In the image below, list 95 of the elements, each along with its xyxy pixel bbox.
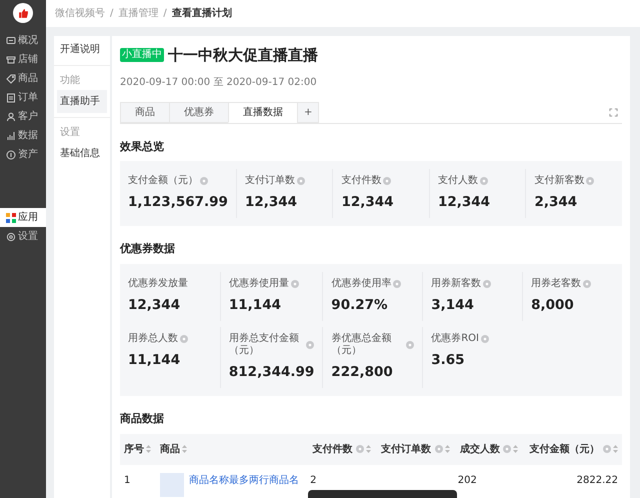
help-icon[interactable] — [586, 177, 594, 185]
section-title: 商品数据 — [120, 411, 165, 428]
help-icon[interactable] — [290, 280, 299, 288]
gear-icon — [6, 232, 16, 242]
help-icon[interactable] — [200, 177, 208, 185]
metric-label: 优惠券发放量 — [128, 278, 188, 290]
metric-value: 11,144 — [228, 296, 282, 315]
sort-icon[interactable] — [146, 445, 151, 454]
sidebar-item[interactable]: 订单 — [0, 88, 46, 107]
metric-value: 12,344 — [128, 296, 182, 315]
fullscreen-icon[interactable] — [609, 108, 618, 116]
tab[interactable]: 优惠券 — [169, 102, 229, 122]
metric-value: 12,344 — [438, 193, 492, 212]
product-link[interactable]: 商品名称最多两行商品名 — [189, 472, 300, 497]
person-icon — [6, 112, 16, 122]
metric-label: 用券总支付金额（元） — [228, 333, 300, 357]
help-icon[interactable] — [356, 445, 364, 454]
metric-value: 90.27% — [331, 296, 389, 315]
live-status-badge: 小直播中 — [120, 48, 164, 62]
help-icon[interactable] — [383, 177, 392, 185]
help-icon[interactable] — [393, 280, 402, 288]
bar-chart-icon — [6, 130, 16, 140]
metric-value: 3,144 — [431, 296, 475, 315]
metric-value: 11,144 — [128, 351, 182, 370]
sidebar-item[interactable]: 商品 — [0, 69, 46, 88]
table-cell: 2822.22 — [576, 474, 618, 486]
tab[interactable]: 商品 — [120, 102, 170, 122]
metric-value: 812,344.99 — [228, 363, 314, 382]
metric-label: 支付金额（元） — [128, 175, 198, 187]
sort-icon[interactable] — [182, 445, 188, 454]
sidebar-item[interactable]: 应用 — [0, 208, 46, 227]
help-icon[interactable] — [503, 445, 512, 454]
help-icon[interactable] — [480, 177, 488, 185]
help-icon[interactable] — [434, 445, 443, 454]
sidebar-item[interactable]: 概况 — [0, 31, 46, 50]
sidebar-item[interactable]: 资产 — [0, 145, 46, 164]
sidebar-item[interactable]: 数据 — [0, 126, 46, 145]
help-icon[interactable] — [306, 341, 314, 349]
store-icon — [6, 54, 16, 64]
metric-label: 用券新客数 — [431, 278, 482, 290]
table-cell: 202 — [458, 474, 477, 486]
add-tab-button[interactable]: + — [297, 102, 320, 122]
breadcrumb-separator: / — [110, 7, 114, 21]
nav-item[interactable]: 基础信息 — [57, 142, 107, 165]
sort-icon[interactable] — [444, 445, 450, 454]
tag-icon — [6, 74, 16, 84]
metric-value: 2,344 — [534, 193, 578, 212]
sort-icon[interactable] — [613, 445, 618, 454]
logo-icon — [13, 3, 33, 23]
metric-value: 12,344 — [341, 193, 395, 212]
sidebar-item[interactable]: 店铺 — [0, 50, 46, 69]
nav-item[interactable]: 开通说明 — [57, 38, 107, 61]
breadcrumb-separator: / — [163, 7, 167, 21]
section-title: 优惠券数据 — [120, 241, 176, 258]
metric-label: 券优惠总金额（元） — [331, 333, 392, 357]
help-icon[interactable] — [603, 445, 611, 454]
sidebar-item[interactable]: 设置 — [0, 227, 46, 246]
metric-label: 支付订单数 — [244, 175, 295, 187]
table-cell: 2 — [310, 474, 316, 486]
sort-icon[interactable] — [513, 445, 518, 454]
metric-label: 支付人数 — [438, 175, 478, 187]
metric-label: 支付新客数 — [534, 175, 584, 187]
metric-value: 12,344 — [244, 193, 298, 212]
help-icon[interactable] — [583, 280, 592, 288]
metric-label: 用券老客数 — [531, 278, 582, 290]
metric-label: 优惠券ROI — [431, 333, 479, 345]
metric-value: 222,800 — [331, 363, 394, 382]
time-range: 2020-09-17 00:00 至 2020-09-17 02:00 — [120, 76, 318, 90]
breadcrumb-item: 查看直播计划 — [172, 6, 232, 21]
sidebar-item[interactable]: 客户 — [0, 107, 46, 126]
metric-value: 1,123,567.99 — [128, 193, 228, 212]
nav-group-label: 设置 — [54, 117, 110, 142]
coin-icon — [6, 150, 16, 160]
plan-title: 十一中秋大促直播直播 — [168, 45, 318, 66]
column-header[interactable]: 商品 — [160, 444, 180, 455]
monitor-icon — [6, 36, 16, 46]
help-icon[interactable] — [406, 341, 414, 349]
row-index: 1 — [124, 474, 130, 486]
help-icon[interactable] — [483, 280, 492, 288]
metric-label: 优惠券使用率 — [331, 278, 392, 290]
metric-label: 用券总人数 — [128, 333, 178, 345]
sort-icon[interactable] — [366, 445, 371, 454]
section-title: 效果总览 — [120, 138, 165, 154]
tab[interactable]: 直播数据 — [228, 102, 298, 122]
help-icon[interactable] — [180, 335, 188, 343]
metric-label: 支付件数 — [341, 175, 382, 187]
document-icon — [6, 92, 16, 102]
metric-value: 3.65 — [431, 351, 466, 370]
help-icon[interactable] — [480, 335, 489, 343]
metric-value: 8,000 — [531, 296, 575, 315]
help-icon[interactable] — [296, 177, 305, 185]
grid-icon — [6, 212, 16, 222]
metric-label: 优惠券使用量 — [228, 278, 289, 290]
nav-item[interactable]: 直播助手 — [57, 90, 107, 113]
product-thumbnail — [160, 472, 184, 497]
